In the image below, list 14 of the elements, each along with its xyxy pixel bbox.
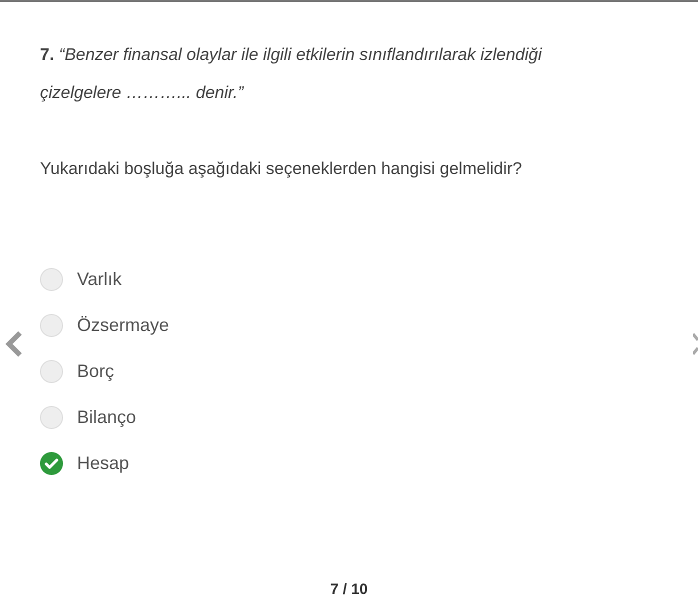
answer-option[interactable]: Özsermaye <box>40 314 170 338</box>
question-prompt: Yukarıdaki boşluğa aşağıdaki seçeneklerden hangisi gelmelidir? <box>40 158 523 180</box>
radio-button[interactable] <box>40 268 63 291</box>
radio-button[interactable] <box>40 406 63 429</box>
answer-option[interactable]: Varlık <box>40 268 122 292</box>
radio-button[interactable] <box>40 314 63 337</box>
previous-icon[interactable] <box>4 330 24 358</box>
page-counter: 7 / 10 <box>330 580 368 600</box>
answer-option[interactable]: Hesap <box>40 452 130 476</box>
answer-option[interactable]: Borç <box>40 360 114 384</box>
radio-button[interactable] <box>40 360 63 383</box>
next-icon[interactable] <box>693 332 698 356</box>
answer-option[interactable]: Bilanço <box>40 406 136 430</box>
question-text: 7. “Benzer finansal olaylar ile ilgili etkilerin sınıflandırılarak izlendiği çizelgelere ………... denir.” <box>40 44 544 104</box>
